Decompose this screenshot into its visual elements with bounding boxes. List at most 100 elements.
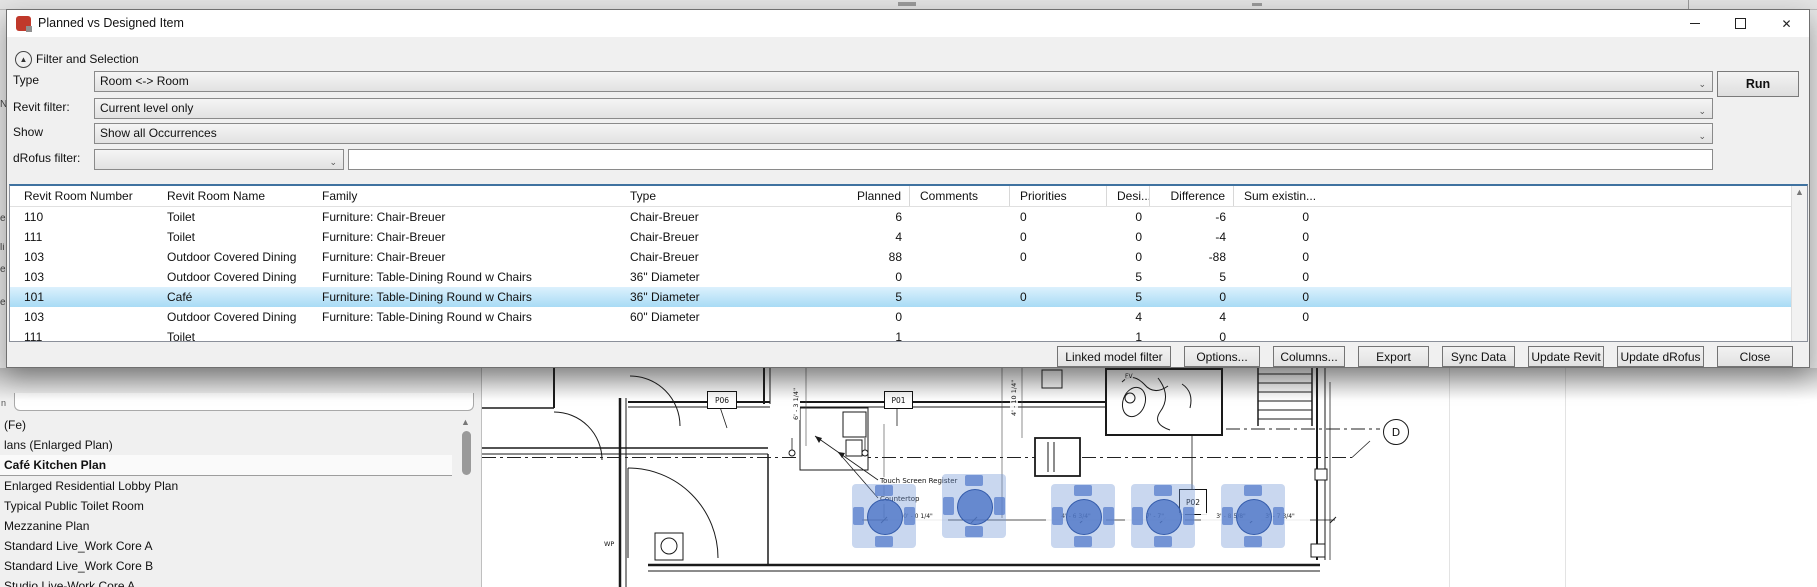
table-cell: 103: [10, 267, 157, 287]
type-combobox[interactable]: Room <-> Room ⌄: [94, 71, 1713, 92]
table-cell: 0: [762, 307, 910, 327]
table-cell: [910, 227, 1010, 247]
selected-table-furniture[interactable]: [1221, 484, 1285, 548]
minimize-button[interactable]: [1672, 10, 1717, 37]
table-cell: [1234, 327, 1317, 342]
sidebar-item[interactable]: Typical Public Toilet Room: [0, 496, 452, 516]
dialog-title: Planned vs Designed Item: [38, 16, 184, 30]
table-cell: Outdoor Covered Dining: [157, 267, 312, 287]
table-cell: 5: [1107, 267, 1150, 287]
maximize-button[interactable]: [1718, 10, 1763, 37]
drofus-logo-icon: [16, 16, 31, 31]
sidebar-item[interactable]: Standard Live_Work Core A: [0, 536, 452, 556]
minimize-icon: [1690, 23, 1700, 24]
sidebar-scrollbar[interactable]: ▲: [458, 415, 475, 587]
sidebar-item[interactable]: lans (Enlarged Plan): [0, 435, 452, 455]
selected-table-furniture[interactable]: [1051, 484, 1115, 548]
table-cell: Café: [157, 287, 312, 307]
table-cell: 60" Diameter: [620, 307, 762, 327]
table-row[interactable]: 103Outdoor Covered DiningFurniture: Tabl…: [10, 267, 1807, 287]
table-row[interactable]: 103Outdoor Covered DiningFurniture: Chai…: [10, 247, 1807, 267]
selected-table-furniture[interactable]: [852, 484, 916, 548]
close-button[interactable]: ✕: [1764, 10, 1809, 37]
chair: [1074, 485, 1092, 496]
room-tag[interactable]: P01: [884, 391, 913, 409]
table-cell: 103: [10, 247, 157, 267]
revit-filter-combobox[interactable]: Current level only ⌄: [94, 98, 1713, 119]
close-button[interactable]: Close: [1717, 346, 1793, 367]
table-row[interactable]: 110ToiletFurniture: Chair-BreuerChair-Br…: [10, 207, 1807, 227]
filter-section-expander[interactable]: ▲: [15, 51, 32, 68]
show-label: Show: [13, 125, 43, 139]
sidebar-item[interactable]: Studio Live-Work Core A: [0, 576, 452, 587]
table-row[interactable]: 111Toilet110: [10, 327, 1807, 342]
chair: [1154, 485, 1172, 496]
table-cell: Outdoor Covered Dining: [157, 307, 312, 327]
table-cell: [312, 327, 620, 342]
table-row[interactable]: 103Outdoor Covered DiningFurniture: Tabl…: [10, 307, 1807, 327]
table-cell: [910, 247, 1010, 267]
table-cell: 0: [1234, 307, 1317, 327]
table-cell: Furniture: Chair-Breuer: [312, 247, 620, 267]
room-tag[interactable]: P06: [707, 391, 737, 409]
table-body: 110ToiletFurniture: Chair-BreuerChair-Br…: [10, 207, 1807, 342]
table-cell: 5: [1107, 287, 1150, 307]
drofus-filter-label: dRofus filter:: [13, 151, 80, 165]
update-drofus-button[interactable]: Update dRofus: [1617, 346, 1704, 367]
table-scrollbar[interactable]: ▲: [1791, 186, 1807, 342]
browser-search-bar[interactable]: [14, 393, 474, 411]
sidebar-item[interactable]: Enlarged Residential Lobby Plan: [0, 476, 452, 496]
scroll-up-icon[interactable]: ▲: [1795, 187, 1804, 197]
scroll-up-icon[interactable]: ▲: [461, 417, 470, 427]
table-cell: [910, 327, 1010, 342]
floorplan-canvas[interactable]: P06 P01 P02 Touch Screen Register Counte…: [482, 368, 1817, 587]
drofus-filter-input[interactable]: [348, 149, 1713, 170]
table-cell: 103: [10, 307, 157, 327]
columns-button[interactable]: Columns...: [1273, 346, 1345, 367]
column-header: Planned: [762, 186, 910, 206]
grid-bubble: D: [1383, 419, 1409, 445]
scrollbar-thumb[interactable]: [462, 431, 471, 475]
chevron-up-icon: ▲: [20, 55, 28, 64]
column-header: Type: [620, 186, 762, 206]
chair: [943, 497, 954, 515]
table-cell: 0: [1010, 227, 1107, 247]
show-value: Show all Occurrences: [100, 126, 217, 140]
linked-model-filter-button[interactable]: Linked model filter: [1057, 346, 1171, 367]
table-cell: 88: [762, 247, 910, 267]
selected-table-furniture[interactable]: [1131, 484, 1195, 548]
view-list: (Fe)lans (Enlarged Plan)Café Kitchen Pla…: [0, 415, 452, 587]
table-cell: 0: [1010, 287, 1107, 307]
canvas-edge: [1565, 368, 1566, 587]
table-cell: Furniture: Table-Dining Round w Chairs: [312, 307, 620, 327]
drofus-filter-combobox[interactable]: ⌄: [94, 149, 344, 170]
canvas-edge: [1449, 368, 1450, 587]
update-revit-button[interactable]: Update Revit: [1528, 346, 1604, 367]
run-button[interactable]: Run: [1717, 71, 1799, 97]
table-cell: 0: [1234, 247, 1317, 267]
table-cell: -4: [1150, 227, 1234, 247]
export-button[interactable]: Export: [1358, 346, 1429, 367]
table-cell: 0: [1010, 207, 1107, 227]
selected-table-furniture[interactable]: [942, 474, 1006, 538]
dimension-text: 4' - 10 1/4": [1010, 380, 1018, 416]
show-combobox[interactable]: Show all Occurrences ⌄: [94, 123, 1713, 144]
clipped-text: n: [1, 398, 6, 408]
chair: [904, 507, 915, 525]
sidebar-item[interactable]: (Fe): [0, 415, 452, 435]
table-row[interactable]: 111ToiletFurniture: Chair-BreuerChair-Br…: [10, 227, 1807, 247]
sync-data-button[interactable]: Sync Data: [1442, 346, 1515, 367]
sidebar-item[interactable]: Café Kitchen Plan: [0, 455, 452, 476]
table-row[interactable]: 101CaféFurniture: Table-Dining Round w C…: [10, 287, 1807, 307]
options-button[interactable]: Options...: [1184, 346, 1260, 367]
type-label: Type: [13, 73, 39, 87]
sidebar-item[interactable]: Standard Live_Work Core B: [0, 556, 452, 576]
table-cell: 6: [762, 207, 910, 227]
table-cell: [1010, 307, 1107, 327]
table-cell: 0: [1107, 247, 1150, 267]
table-cell: [910, 307, 1010, 327]
sidebar-item[interactable]: Mezzanine Plan: [0, 516, 452, 536]
results-table: Revit Room NumberRevit Room NameFamilyTy…: [9, 184, 1808, 342]
revit-filter-value: Current level only: [100, 101, 193, 115]
dialog-titlebar[interactable]: Planned vs Designed Item ✕: [7, 10, 1809, 37]
